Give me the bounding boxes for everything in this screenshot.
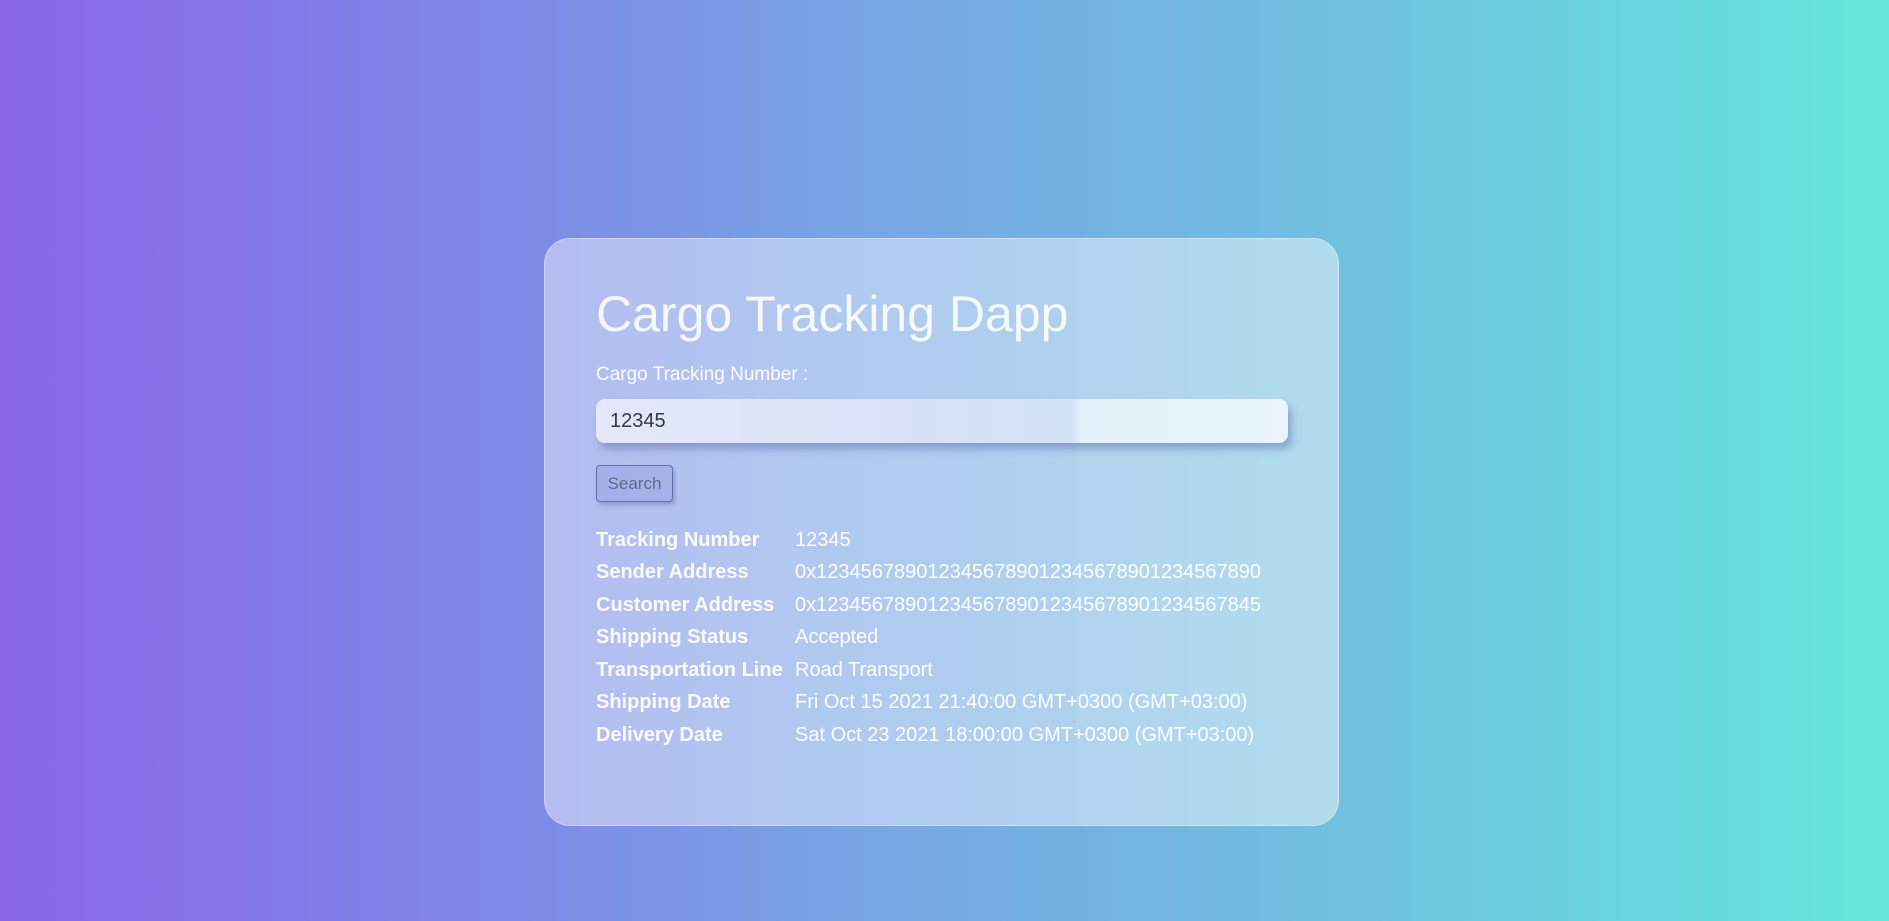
- detail-key: Shipping Status: [596, 626, 749, 649]
- detail-row-sender-address: Sender Address 0x12345678901234567890123…: [596, 557, 1261, 590]
- detail-key: Customer Address: [596, 593, 775, 616]
- detail-row-customer-address: Customer Address 0x123456789012345678901…: [596, 589, 1261, 622]
- detail-value: Fri Oct 15 2021 21:40:00 GMT+0300 (GMT+0…: [795, 691, 1248, 714]
- detail-row-tracking-number: Tracking Number 12345: [596, 524, 1261, 557]
- detail-key: Tracking Number: [596, 528, 760, 551]
- detail-row-shipping-date: Shipping Date Fri Oct 15 2021 21:40:00 G…: [596, 687, 1261, 720]
- tracking-number-label: Cargo Tracking Number :: [596, 364, 809, 385]
- detail-key: Shipping Date: [596, 691, 731, 714]
- detail-value: 12345: [795, 528, 851, 551]
- detail-key: Delivery Date: [596, 723, 723, 746]
- search-button[interactable]: Search: [596, 465, 673, 502]
- detail-value: Road Transport: [795, 658, 933, 681]
- tracking-card: Cargo Tracking Dapp Cargo Tracking Numbe…: [544, 238, 1339, 826]
- cargo-details-table: Tracking Number 12345 Sender Address 0x1…: [596, 524, 1261, 752]
- detail-key: Transportation Line: [596, 658, 783, 681]
- detail-row-shipping-status: Shipping Status Accepted: [596, 622, 1261, 655]
- detail-row-transportation-line: Transportation Line Road Transport: [596, 654, 1261, 687]
- page-title: Cargo Tracking Dapp: [596, 286, 1069, 342]
- detail-value: Accepted: [795, 626, 879, 649]
- detail-key: Sender Address: [596, 561, 749, 584]
- detail-value: 0x12345678901234567890123456789012345678…: [795, 593, 1262, 616]
- detail-value: 0x12345678901234567890123456789012345678…: [795, 561, 1262, 584]
- detail-row-delivery-date: Delivery Date Sat Oct 23 2021 18:00:00 G…: [596, 719, 1261, 752]
- detail-value: Sat Oct 23 2021 18:00:00 GMT+0300 (GMT+0…: [795, 723, 1255, 746]
- tracking-number-input[interactable]: [596, 399, 1288, 443]
